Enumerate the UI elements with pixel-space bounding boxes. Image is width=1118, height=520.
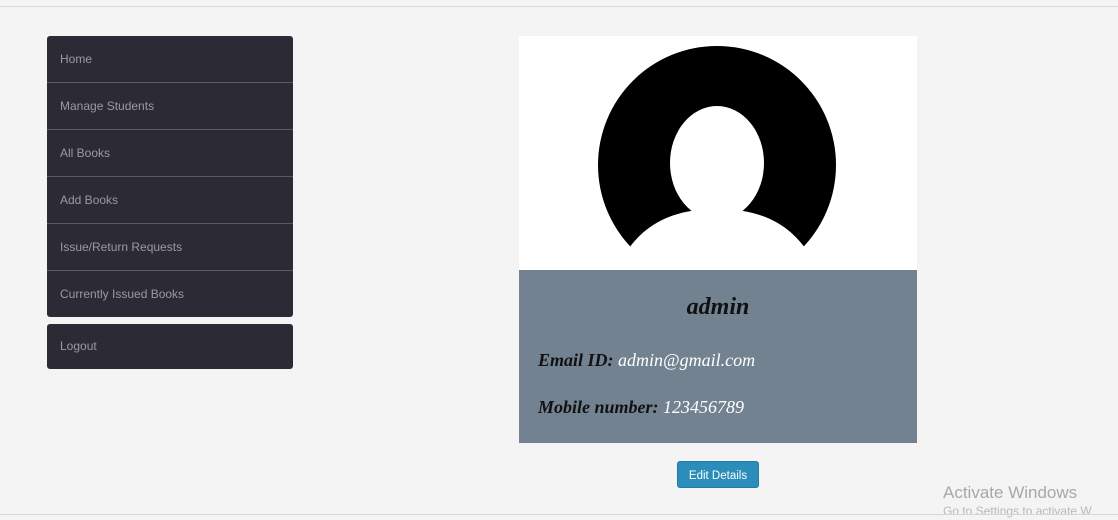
- edit-details-button[interactable]: Edit Details: [677, 461, 759, 488]
- bottom-divider: [0, 514, 1118, 515]
- user-avatar-icon: [598, 46, 836, 270]
- sidebar-item-add-books[interactable]: Add Books: [47, 177, 293, 224]
- sidebar-item-all-books[interactable]: All Books: [47, 130, 293, 177]
- sidebar-nav: Home Manage Students All Books Add Books…: [47, 36, 293, 317]
- profile-name: admin: [686, 294, 750, 320]
- sidebar-item-currently-issued-books[interactable]: Currently Issued Books: [47, 271, 293, 317]
- profile-card: admin Email ID: admin@gmail.com Mobile n…: [519, 36, 917, 443]
- sidebar-item-manage-students[interactable]: Manage Students: [47, 83, 293, 130]
- sidebar-item-issue-return-requests[interactable]: Issue/Return Requests: [47, 224, 293, 271]
- logout-button[interactable]: Logout: [47, 324, 293, 369]
- profile-photo: [519, 36, 917, 270]
- watermark-subtitle: Go to Settings to activate W: [943, 504, 1092, 518]
- watermark-title: Activate Windows: [943, 483, 1078, 502]
- email-row: Email ID: admin@gmail.com: [538, 350, 755, 371]
- page: Home Manage Students All Books Add Books…: [0, 0, 1118, 520]
- mobile-value: 123456789: [663, 397, 745, 417]
- email-label: Email ID:: [538, 350, 614, 370]
- top-divider: [0, 6, 1118, 7]
- mobile-row: Mobile number: 123456789: [538, 397, 744, 418]
- email-value: admin@gmail.com: [618, 350, 756, 370]
- sidebar-item-home[interactable]: Home: [47, 36, 293, 83]
- profile-info: admin Email ID: admin@gmail.com Mobile n…: [519, 270, 917, 443]
- mobile-label: Mobile number:: [538, 397, 659, 417]
